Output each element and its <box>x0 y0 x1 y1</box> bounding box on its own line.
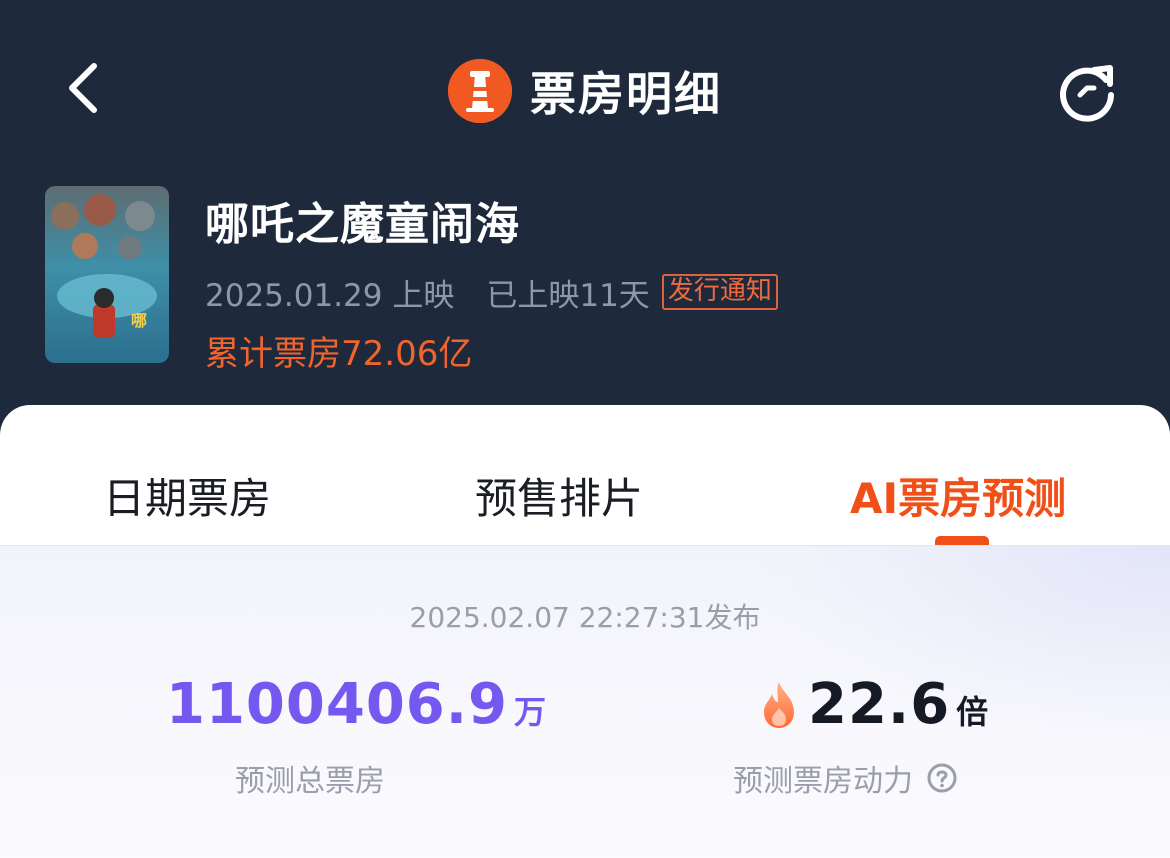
predicted-power-value: 22.6 <box>808 672 951 737</box>
predicted-total-unit: 万 <box>514 693 547 731</box>
movie-meta: 2025.01.29 上映 已上映11天 发行通知 <box>205 270 778 314</box>
header: 票房明细 哪 哪吒之魔童闹海 2025.01.29 上映 已上映11天 发行通知… <box>0 0 1170 430</box>
predicted-power-unit: 倍 <box>956 693 989 731</box>
movie-poster[interactable]: 哪 <box>45 186 169 363</box>
tab-ai-prediction[interactable]: AI票房预测 <box>850 465 1066 526</box>
release-date: 2025.01.29 上映 <box>205 277 455 314</box>
flame-icon <box>764 681 794 728</box>
tab-bar: 日期票房 预售排片 AI票房预测 <box>0 405 1170 546</box>
predicted-power-stat: 22.6 倍 <box>758 672 988 737</box>
cumulative-box-office: 累计票房72.06亿 <box>205 334 473 374</box>
predicted-power-label-row: 预测票房动力 <box>733 756 957 800</box>
movie-title[interactable]: 哪吒之魔童闹海 <box>205 188 520 252</box>
tab-daily-box-office[interactable]: 日期票房 <box>103 465 271 526</box>
lighthouse-logo-icon <box>448 59 512 123</box>
release-notice-tag[interactable]: 发行通知 <box>661 274 778 310</box>
box-office-detail-page: 票房明细 哪 哪吒之魔童闹海 2025.01.29 上映 已上映11天 发行通知… <box>0 0 1170 858</box>
predicted-total-label: 预测总票房 <box>235 764 385 799</box>
publish-time: 2025.02.07 22:27:31发布 <box>409 601 761 634</box>
tab-presale-schedule[interactable]: 预售排片 <box>475 465 643 526</box>
predicted-total-stat: 1100406.9 万 <box>166 672 546 737</box>
active-tab-indicator <box>935 536 989 545</box>
help-circle-icon[interactable] <box>927 763 957 793</box>
svg-text:哪: 哪 <box>131 311 147 330</box>
content-sheet: 日期票房 预售排片 AI票房预测 2025.02.07 22:27:31发布 <box>0 405 1170 858</box>
title-bar: 票房明细 <box>0 56 1170 126</box>
page-title: 票房明细 <box>530 67 722 121</box>
refresh-icon <box>1060 65 1114 122</box>
refresh-button[interactable] <box>1054 58 1120 124</box>
predicted-power-label: 预测票房动力 <box>733 764 913 799</box>
predicted-total-value: 1100406.9 <box>166 672 508 737</box>
days-on-screen: 已上映11天 <box>486 277 650 314</box>
